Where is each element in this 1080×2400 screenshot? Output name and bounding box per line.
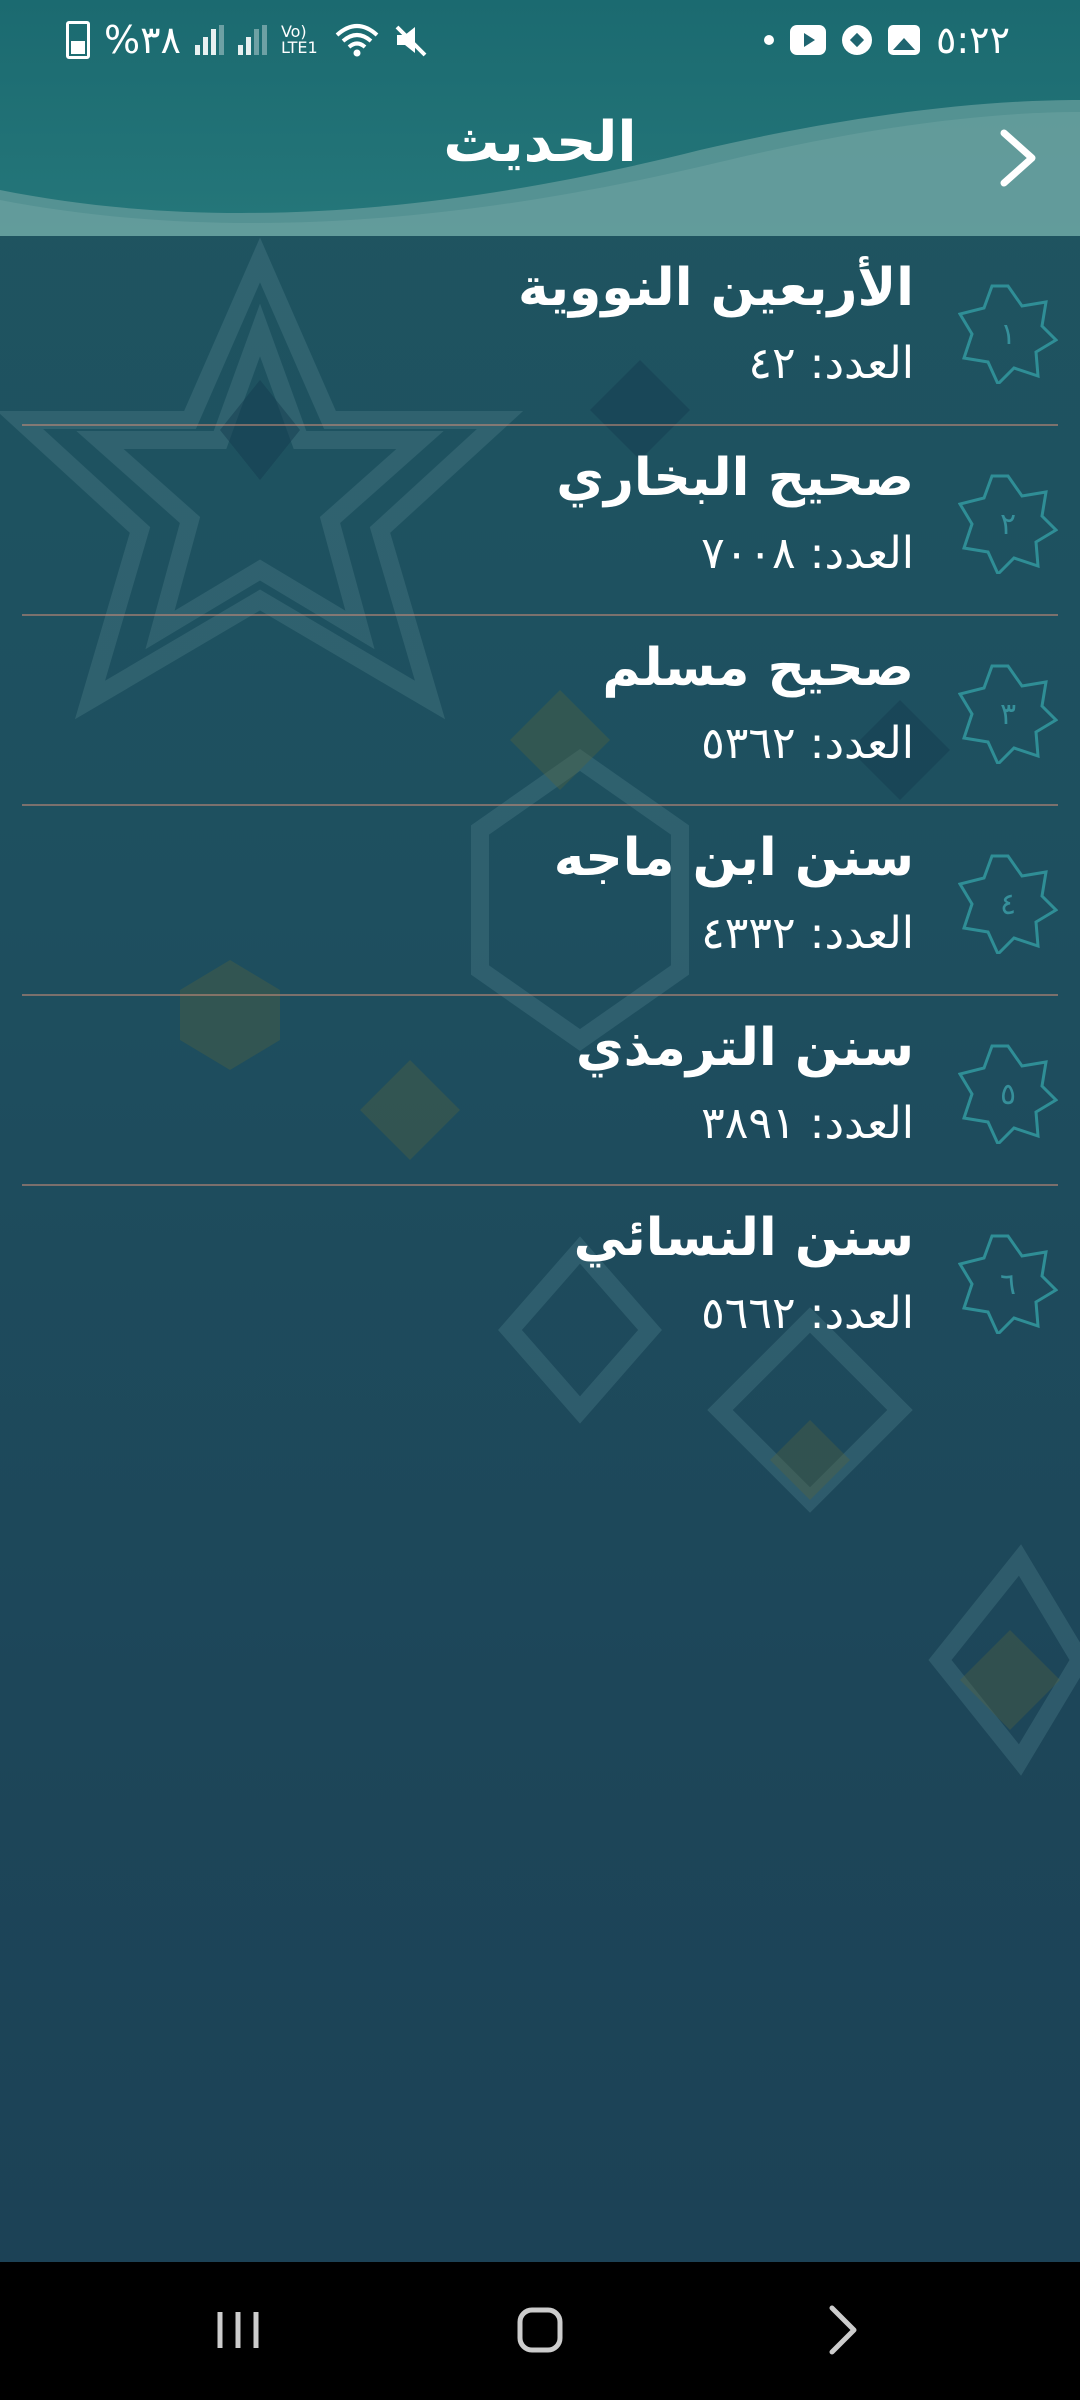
book-index: ٣	[999, 696, 1017, 732]
recent-apps-icon[interactable]	[198, 2300, 278, 2360]
book-title: الأربعين النووية	[517, 258, 914, 318]
youtube-icon	[789, 25, 826, 55]
clock: ٥:٢٢	[935, 18, 1010, 62]
book-title: صحيح البخاري	[556, 448, 914, 508]
hadith-count: العدد: ٥٦٦٢	[701, 1288, 914, 1339]
hadith-count: العدد: ٥٣٦٢	[701, 718, 914, 769]
book-index: ٥	[999, 1076, 1017, 1112]
network-label: Vo) LTE1	[280, 22, 318, 57]
football-icon	[841, 25, 872, 55]
hadith-count: العدد: ٤٢	[748, 338, 914, 389]
book-index: ٦	[999, 1266, 1017, 1302]
page-title: الحديث	[443, 110, 637, 175]
hadith-count: العدد: ٣٨٩١	[701, 1098, 914, 1149]
battery-icon	[66, 21, 90, 59]
list-item[interactable]: سنن ابن ماجه العدد: ٤٣٣٢ ٤	[0, 806, 1080, 996]
system-nav-bar	[0, 2262, 1080, 2400]
home-icon[interactable]	[500, 2300, 580, 2360]
list-item[interactable]: صحيح مسلم العدد: ٥٣٦٢ ٣	[0, 616, 1080, 806]
book-title: سنن الترمذي	[575, 1018, 914, 1078]
list-item[interactable]: الأربعين النووية العدد: ٤٢ ١	[0, 236, 1080, 426]
battery-percent: %٣٨	[104, 18, 181, 62]
signal-icon-2	[237, 25, 267, 55]
wifi-icon	[335, 24, 379, 57]
status-bar: %٣٨ Vo) LTE1 ٥:٢٢	[0, 0, 1080, 80]
hadith-count: العدد: ٧٠٠٨	[701, 528, 914, 579]
book-index: ٢	[999, 506, 1017, 542]
list-item[interactable]: صحيح البخاري العدد: ٧٠٠٨ ٢	[0, 426, 1080, 616]
mute-icon	[395, 25, 427, 57]
list-item[interactable]: سنن الترمذي العدد: ٣٨٩١ ٥	[0, 996, 1080, 1186]
back-arrow-icon[interactable]	[990, 125, 1046, 191]
signal-icon	[194, 25, 224, 55]
back-nav-icon[interactable]	[802, 2300, 882, 2360]
notification-dot-icon	[763, 35, 774, 45]
book-title: صحيح مسلم	[602, 638, 914, 698]
book-index: ٤	[999, 886, 1017, 922]
hadith-count: العدد: ٤٣٣٢	[701, 908, 914, 959]
hadith-book-list: الأربعين النووية العدد: ٤٢ ١ صحيح البخار…	[0, 236, 1080, 1376]
gallery-icon	[887, 25, 920, 55]
book-index: ١	[999, 316, 1017, 352]
list-item[interactable]: سنن النسائي العدد: ٥٦٦٢ ٦	[0, 1186, 1080, 1376]
book-title: سنن النسائي	[573, 1208, 914, 1268]
book-title: سنن ابن ماجه	[553, 828, 914, 888]
